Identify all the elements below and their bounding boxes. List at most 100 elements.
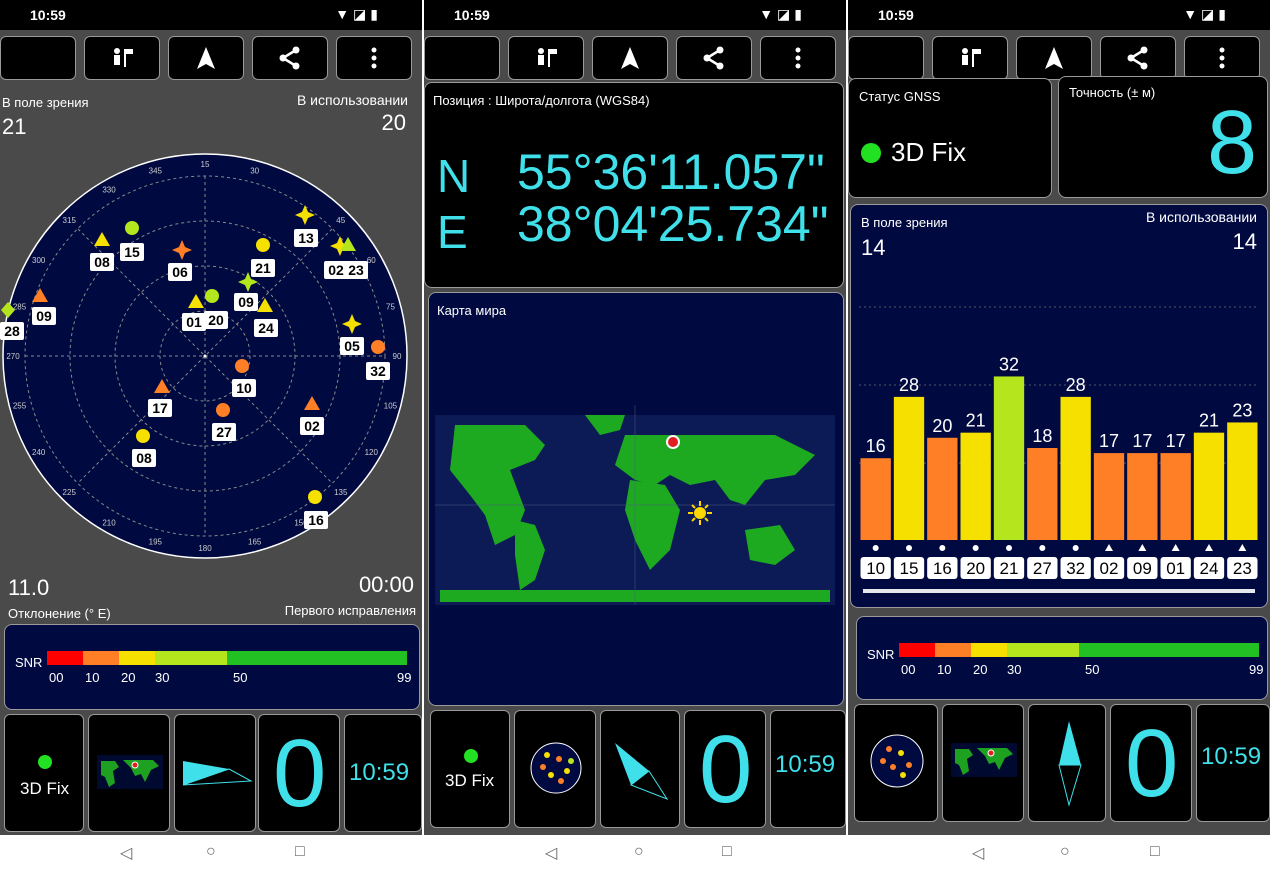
signal-bar bbox=[960, 432, 991, 540]
status-icons: ▼◪▮ bbox=[1183, 6, 1230, 22]
signal-marker bbox=[906, 545, 912, 551]
route-button[interactable] bbox=[508, 36, 584, 80]
satellite-id: 09 bbox=[36, 308, 52, 324]
system-nav-bar: ◁ ○ □ ◁ ○ □ ◁ ○ □ bbox=[0, 835, 1270, 870]
satellite-id: 02 bbox=[304, 418, 320, 434]
fix-status-widget[interactable]: 3D Fix bbox=[4, 714, 84, 832]
speed-widget[interactable]: 0 bbox=[1110, 704, 1192, 822]
recents-icon[interactable]: □ bbox=[295, 843, 305, 861]
share-icon bbox=[279, 46, 300, 70]
signal-value-label: 23 bbox=[1232, 400, 1252, 420]
share-icon bbox=[703, 46, 724, 70]
signal-marker bbox=[939, 545, 946, 551]
snr-tick-label: 30 bbox=[1007, 662, 1022, 677]
snr-tick-label: 10 bbox=[85, 670, 100, 685]
signal-bar-chart: 16 10 28 15 20 16 21 20 32 21 18 27 28 32 17 02 17 09 17 01… bbox=[859, 306, 1259, 593]
snr-tick-label: 20 bbox=[973, 662, 988, 677]
snr-tick-label: 20 bbox=[121, 670, 136, 685]
snr-tick-label: 30 bbox=[155, 670, 170, 685]
in-view-value: 14 bbox=[861, 235, 886, 260]
skyplot-widget[interactable] bbox=[514, 710, 596, 828]
sky-tick-label: 225 bbox=[63, 488, 77, 497]
share-button[interactable] bbox=[1100, 36, 1176, 80]
signal-value-label: 17 bbox=[1099, 431, 1119, 451]
snr-tick-label: 50 bbox=[1085, 662, 1100, 677]
declination-value: 11.0 bbox=[8, 575, 50, 600]
status-time: 10:59 bbox=[454, 7, 490, 23]
night-mode-button[interactable] bbox=[424, 36, 500, 80]
in-view-label: В поле зрения bbox=[2, 95, 89, 110]
longitude-value: 38°04'25.734" bbox=[517, 196, 829, 252]
menu-button[interactable] bbox=[1184, 36, 1260, 80]
world-map-widget[interactable] bbox=[88, 714, 170, 832]
world-map-icon bbox=[951, 743, 1017, 777]
sky-tick-label: 105 bbox=[384, 402, 398, 411]
satellite-id: 24 bbox=[258, 320, 274, 336]
satellite-marker bbox=[235, 359, 249, 373]
signal-marker bbox=[1006, 545, 1012, 551]
compass-widget[interactable] bbox=[600, 710, 680, 828]
snr-legend-panel: SNR 00 10 20 30 50 99 bbox=[4, 624, 420, 710]
sky-tick-label: 15 bbox=[201, 160, 210, 169]
navigation-arrow-icon bbox=[621, 47, 639, 69]
satellite-id: 20 bbox=[208, 312, 224, 328]
lat-hemisphere: N bbox=[437, 150, 471, 202]
night-mode-button[interactable] bbox=[848, 36, 924, 80]
position-panel: Позиция : Широта/долгота (WGS84) N 55°36… bbox=[424, 82, 844, 288]
toolbar bbox=[848, 34, 1270, 82]
satellite-id: 27 bbox=[216, 424, 232, 440]
clock-widget[interactable]: 10:59 bbox=[770, 710, 846, 828]
home-icon[interactable]: ○ bbox=[1060, 843, 1070, 861]
back-icon[interactable]: ◁ bbox=[120, 843, 132, 863]
navigation-arrow-icon bbox=[1045, 47, 1063, 69]
moon-icon bbox=[455, 48, 465, 68]
signal-bar bbox=[1127, 453, 1158, 540]
menu-button[interactable] bbox=[760, 36, 836, 80]
clock-value: 10:59 bbox=[349, 759, 410, 786]
back-icon[interactable]: ◁ bbox=[972, 843, 984, 863]
recents-icon[interactable]: □ bbox=[1150, 843, 1160, 861]
in-use-label: В использовании bbox=[1145, 209, 1257, 225]
snr-color-segment bbox=[83, 651, 119, 665]
speed-widget[interactable]: 0 bbox=[258, 714, 340, 832]
night-mode-button[interactable] bbox=[0, 36, 76, 80]
recents-icon[interactable]: □ bbox=[722, 843, 732, 861]
satellite-id-label: 23 bbox=[1233, 559, 1252, 578]
navigate-button[interactable] bbox=[168, 36, 244, 80]
route-button[interactable] bbox=[932, 36, 1008, 80]
share-button[interactable] bbox=[676, 36, 752, 80]
signal-value-label: 32 bbox=[999, 354, 1019, 374]
route-button[interactable] bbox=[84, 36, 160, 80]
navigate-button[interactable] bbox=[592, 36, 668, 80]
status-icons: ▼◪▮ bbox=[759, 6, 806, 22]
snr-color-scale bbox=[47, 651, 407, 665]
menu-button[interactable] bbox=[336, 36, 412, 80]
satellite-id-label: 27 bbox=[1033, 559, 1052, 578]
share-button[interactable] bbox=[252, 36, 328, 80]
skyplot-widget[interactable] bbox=[854, 704, 938, 822]
fix-status-widget[interactable]: 3D Fix bbox=[430, 710, 510, 828]
clock-widget[interactable]: 10:59 bbox=[1196, 704, 1270, 822]
compass-widget[interactable] bbox=[174, 714, 256, 832]
sky-tick-label: 195 bbox=[149, 537, 163, 546]
clock-widget[interactable]: 10:59 bbox=[344, 714, 422, 832]
compass-widget[interactable] bbox=[1028, 704, 1106, 822]
sky-tick-label: 300 bbox=[32, 256, 46, 265]
satellite-marker bbox=[216, 403, 230, 417]
status-bar: 10:59 ▼◪▮ bbox=[424, 0, 846, 30]
home-icon[interactable]: ○ bbox=[206, 843, 216, 861]
signal-marker bbox=[1138, 544, 1147, 551]
satellite-id: 09 bbox=[238, 294, 254, 310]
satellite-id-label: 15 bbox=[900, 559, 919, 578]
signal-chart-panel: В поле зрения 14 В использовании 14 16 10… bbox=[850, 204, 1268, 608]
navigate-button[interactable] bbox=[1016, 36, 1092, 80]
world-map-icon bbox=[97, 755, 163, 789]
back-icon[interactable]: ◁ bbox=[545, 843, 557, 863]
person-flag-icon bbox=[538, 48, 557, 67]
speed-widget[interactable]: 0 bbox=[684, 710, 766, 828]
snr-color-segment bbox=[899, 643, 935, 657]
satellite-marker bbox=[256, 238, 270, 252]
sky-tick-label: 330 bbox=[102, 186, 116, 195]
world-map-widget[interactable] bbox=[942, 704, 1024, 822]
home-icon[interactable]: ○ bbox=[634, 843, 644, 861]
